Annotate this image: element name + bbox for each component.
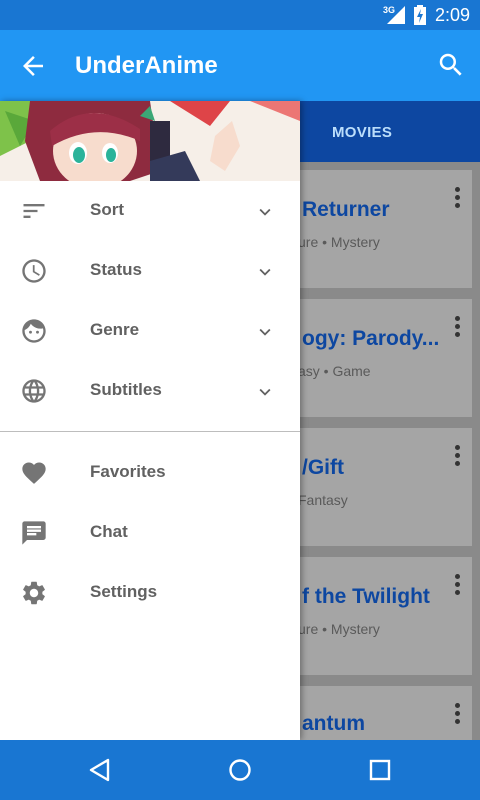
chevron-down-icon bbox=[259, 388, 271, 396]
status-bar: 3G 2:09 bbox=[0, 0, 480, 30]
system-nav-bar bbox=[0, 740, 480, 800]
item-genres: ure • Mystery bbox=[298, 621, 380, 637]
nav-back-icon[interactable] bbox=[86, 756, 114, 784]
globe-icon bbox=[22, 379, 46, 403]
item-title: ogy: Parody... bbox=[302, 327, 440, 350]
face-icon bbox=[22, 319, 46, 343]
back-arrow-icon[interactable] bbox=[18, 51, 48, 81]
item-title: Returner bbox=[302, 198, 390, 221]
sort-icon bbox=[23, 204, 45, 218]
heart-icon bbox=[22, 462, 46, 484]
drawer-header-image bbox=[0, 101, 300, 181]
signal-icon bbox=[387, 6, 405, 24]
clock: 2:09 bbox=[434, 5, 470, 25]
drawer-divider bbox=[0, 431, 300, 432]
chevron-down-icon bbox=[259, 268, 271, 276]
drawer-item-label: Chat bbox=[90, 522, 128, 541]
item-title: /Gift bbox=[302, 456, 344, 479]
more-vert-icon[interactable] bbox=[447, 573, 467, 597]
more-vert-icon[interactable] bbox=[447, 315, 467, 339]
drawer-item-label: Genre bbox=[90, 320, 140, 339]
drawer-item-status[interactable]: Status bbox=[0, 241, 300, 301]
app-bar: UnderAnime bbox=[0, 30, 480, 101]
item-title: f the Twilight bbox=[302, 585, 430, 608]
drawer-item-label: Favorites bbox=[90, 462, 166, 481]
more-vert-icon[interactable] bbox=[447, 702, 467, 726]
drawer-item-label: Subtitles bbox=[90, 380, 162, 399]
gear-icon bbox=[23, 581, 45, 605]
more-vert-icon[interactable] bbox=[447, 186, 467, 210]
item-genres: asy • Game bbox=[298, 363, 371, 379]
item-title: antum bbox=[302, 712, 365, 735]
drawer-item-settings[interactable]: Settings bbox=[0, 563, 300, 623]
chat-icon bbox=[22, 521, 46, 545]
clock-icon bbox=[22, 259, 46, 283]
drawer-item-sort[interactable]: Sort bbox=[0, 181, 300, 241]
chevron-down-icon bbox=[259, 328, 271, 336]
tab-movies[interactable]: MOVIES bbox=[332, 124, 392, 141]
drawer-item-label: Status bbox=[90, 260, 142, 279]
navigation-drawer: Sort Status Genre Subtitles Favorites Ch… bbox=[0, 101, 300, 740]
search-icon[interactable] bbox=[436, 50, 466, 80]
more-vert-icon[interactable] bbox=[447, 444, 467, 468]
drawer-item-subtitles[interactable]: Subtitles bbox=[0, 361, 300, 421]
app-title: UnderAnime bbox=[75, 52, 218, 79]
drawer-item-chat[interactable]: Chat bbox=[0, 503, 300, 563]
nav-recents-icon[interactable] bbox=[366, 756, 394, 784]
nav-home-icon[interactable] bbox=[226, 756, 254, 784]
drawer-item-favorites[interactable]: Favorites bbox=[0, 443, 300, 503]
drawer-item-genre[interactable]: Genre bbox=[0, 301, 300, 361]
chevron-down-icon bbox=[259, 208, 271, 216]
drawer-item-label: Sort bbox=[90, 200, 124, 219]
battery-charging-icon bbox=[414, 5, 426, 25]
item-genres: ure • Mystery bbox=[298, 234, 380, 250]
drawer-item-label: Settings bbox=[90, 582, 158, 601]
item-genres: Fantasy bbox=[298, 492, 348, 508]
